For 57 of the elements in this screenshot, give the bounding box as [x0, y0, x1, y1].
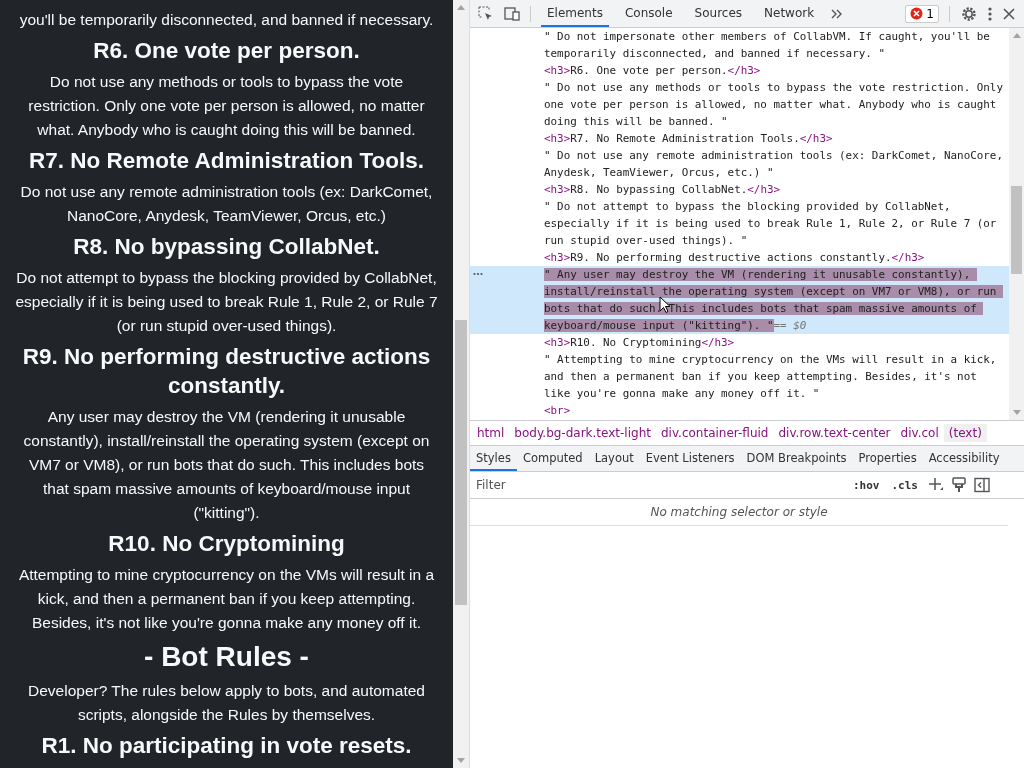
close-icon[interactable]: [1002, 6, 1016, 21]
breadcrumb-item[interactable]: (text): [943, 424, 987, 442]
rule-heading: R9. No performing destructive actions constantly.: [21, 343, 432, 400]
paint-roller-icon[interactable]: [952, 477, 966, 493]
rule-text: Developer? The rules below apply to bots, and automated scripts, alongside the Rules by themselves.: [27, 681, 426, 725]
devtools-tab[interactable]: Console: [618, 0, 679, 27]
styles-tab[interactable]: Event Listeners: [639, 446, 741, 471]
styles-tab[interactable]: DOM Breakpoints: [740, 446, 853, 471]
cls-button[interactable]: .cls: [889, 478, 920, 492]
breadcrumb-item[interactable]: div.container-fluid: [655, 424, 774, 442]
sidebar-icon[interactable]: [974, 477, 990, 493]
code-line[interactable]: " Do not use any methods or tools to bypass the vote restriction. Only one vote per person is allowed, no matter what. Anybody who is caught doing this will be banned. ": [544, 79, 1007, 130]
rule-text: Do not use any remote administration tools (ex: DarkComet, NanoCore, Anydesk, TeamViewer, Orcus, etc.): [19, 182, 434, 226]
rule-text: Do not attempt to bypass the blocking provided by CollabNet, especially if it is being used to break Rule 1, Rule 2, or Rule 7 (or run stupid over-used things).: [14, 268, 439, 336]
code-line[interactable]: <br>: [544, 402, 1007, 419]
code-line[interactable]: <h3>R7. No Remote Administration Tools.</h3>: [544, 130, 1007, 147]
section-title: - Bot Rules -: [143, 640, 310, 674]
tree-scrollbar[interactable]: [1009, 28, 1024, 420]
devtools-tab[interactable]: Sources: [688, 0, 749, 27]
breadcrumb-item[interactable]: body.bg-dark.text-light: [509, 424, 656, 442]
more-icon[interactable]: [473, 272, 483, 276]
code-line[interactable]: " Do not use any remote administration tools (ex: DarkComet, NanoCore, Anydesk, TeamViewer, Orcus, etc.) ": [544, 147, 1007, 181]
devtools-tab[interactable]: Elements: [541, 0, 609, 27]
code-line[interactable]: " Attempting to mine cryptocurrency on the VMs will result in a kick, and then a permanent ban if you keep attempting. Besides, it's not like you're gonna make any money off it. ": [544, 351, 1007, 402]
rule-heading: R8. No bypassing CollabNet.: [72, 233, 381, 261]
code-line[interactable]: <h3>R6. One vote per person.</h3>: [544, 62, 1007, 79]
rule-text: Attempting to mine cryptocurrency on the VMs will result in a kick, and then a permanent ban if you keep attempting. Besides, it's not like you're gonna make any money off it.: [17, 565, 436, 633]
plus-icon[interactable]: [928, 477, 944, 493]
breadcrumb-item[interactable]: div.row.text-center: [773, 424, 896, 442]
hov-button[interactable]: :hov: [851, 478, 882, 492]
code-line[interactable]: <h3>R10. No Cryptomining</h3>: [544, 334, 1007, 351]
settings-icon[interactable]: [960, 4, 978, 23]
devtools-tab[interactable]: Network: [758, 0, 821, 27]
breadcrumb-item[interactable]: html: [472, 424, 510, 442]
empty-message: No matching selector or style: [470, 499, 1008, 526]
error-badge[interactable]: 1: [905, 4, 939, 23]
rule-heading: R1. No participating in vote resets.: [40, 732, 413, 760]
breadcrumb-item[interactable]: div.col: [895, 424, 944, 442]
styles-tab[interactable]: Layout: [588, 446, 640, 471]
rule-heading: R10. No Cryptomining: [107, 530, 346, 558]
more-icon[interactable]: [988, 5, 992, 22]
inspect-icon[interactable]: [478, 5, 494, 22]
styles-tab[interactable]: Computed: [516, 446, 589, 471]
styles-tab[interactable]: Properties: [852, 446, 923, 471]
rule-text: you'll be temporarily disconnected, and banned if necessary.: [18, 10, 435, 30]
code-line[interactable]: " Do not impersonate other members of CollabVM. If caught, you'll be temporarily disconnected, and banned if necessary. ": [544, 28, 1007, 62]
device-icon[interactable]: [504, 5, 520, 22]
code-line[interactable]: " Do not attempt to bypass the blocking provided by CollabNet, especially if it is being used to break Rule 1, Rule 2, or Rule 7 (or run stupid over-used things). ": [544, 198, 1007, 249]
styles-tab[interactable]: Accessibility: [922, 446, 1006, 471]
styles-tab[interactable]: Styles: [470, 446, 517, 471]
code-line[interactable]: <h3>R9. No performing destructive actions constantly.</h3>: [544, 249, 1007, 266]
rule-heading: R7. No Remote Administration Tools.: [28, 147, 425, 175]
page-scrollbar[interactable]: [453, 0, 470, 768]
code-line[interactable]: <h3>R8. No bypassing CollabNet.</h3>: [544, 181, 1007, 198]
rule-text: Do not use any methods or tools to bypass the vote restriction. Only one vote per person is allowed, no matter what. Anybody who is caught doing this will be banned.: [27, 72, 426, 140]
rule-heading: R6. One vote per person.: [92, 37, 361, 65]
rule-text: Any user may destroy the VM (rendering it unusable constantly), install/reinstall the operating system (except on VM7 or VM8), or run bots that do such. This includes bots that spam massive amounts of keyboard/mouse input ("kitting").: [22, 407, 431, 523]
